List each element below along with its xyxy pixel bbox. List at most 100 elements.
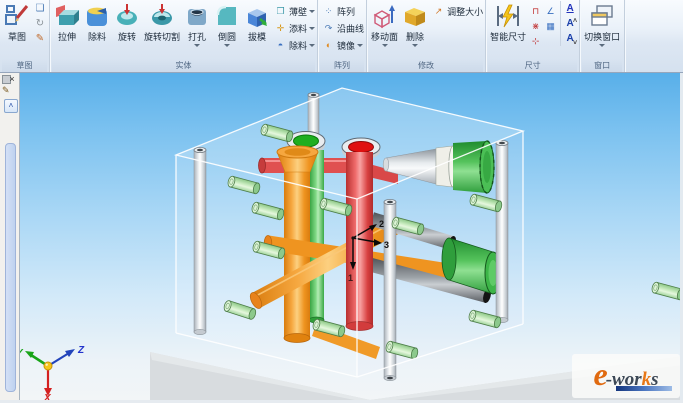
switch-window-dropdown-icon[interactable] (599, 44, 606, 50)
panel-pencil-icon[interactable]: ✎ (2, 85, 10, 96)
button-label: 除料 (289, 41, 308, 51)
move-face-dropdown-icon[interactable] (381, 44, 388, 50)
3d-scene[interactable]: 2 3 1 Y (20, 73, 680, 400)
button-label: 阵列 (337, 7, 356, 17)
switch-window-button[interactable]: 切换窗口 (582, 1, 622, 50)
feature-axis-1-label: 1 (348, 273, 353, 283)
axis-x-label: X (43, 393, 52, 400)
button-label: 拔模 (248, 32, 267, 42)
move-face-icon (372, 3, 398, 29)
mirror-icon: ◐ (325, 40, 332, 50)
app-window: 草图 ❏ ↻ ✎ 草图 拉伸 除料 旋转 旋转切割 打孔 倒圆 拔模 ❒ 薄壁 … (0, 0, 683, 403)
round-dropdown-icon[interactable] (224, 44, 231, 50)
panel-scrollbar[interactable] (5, 143, 16, 392)
select-region-icon[interactable]: ❏ (33, 1, 47, 16)
distance-dimension-icon[interactable]: ⊓ (528, 4, 543, 19)
ribbon-group-window: 切换窗口 窗口 (580, 0, 626, 72)
hole-dropdown-icon[interactable] (194, 44, 201, 50)
draft-icon (244, 3, 270, 29)
button-label: 智能尺寸 (490, 32, 527, 42)
feature-axis-2-label: 2 (379, 219, 384, 229)
eworks-watermark: e-works (572, 354, 680, 398)
cut-icon (84, 3, 110, 29)
logo-underline-bar (616, 386, 672, 391)
button-label: 薄壁 (289, 7, 308, 17)
button-label: 添料 (289, 24, 308, 34)
guide-pillar[interactable] (193, 146, 207, 335)
group-label-sketch: 草图 (2, 59, 47, 72)
pattern-button[interactable]: ⁘ 阵列 (322, 3, 364, 20)
switch-window-icon (589, 3, 615, 29)
button-label: 调整大小 (447, 7, 484, 17)
feature-axis-3-label: 3 (384, 240, 389, 250)
sketch-icon (4, 3, 30, 29)
revolve-cut-button[interactable]: 旋转切割 (142, 1, 182, 43)
pattern-icon: ⁘ (324, 6, 333, 16)
group-label-modify: 修改 (369, 59, 484, 72)
hole-button[interactable]: 打孔 (182, 1, 212, 50)
mirror-dropdown-icon[interactable] (357, 44, 364, 50)
text-smaller-icon[interactable]: A (563, 31, 577, 51)
group-label-solids: 实体 (52, 59, 316, 72)
revolve-icon (114, 3, 140, 29)
coordinate-dimension-icon[interactable]: ▦ (543, 19, 558, 34)
mirror-button[interactable]: ◐ 镜像 (322, 37, 364, 54)
group-label-pattern: 阵列 (320, 59, 365, 72)
remove-material-button[interactable]: ◓ 除料 (274, 37, 316, 54)
thin-wall-button[interactable]: ❒ 薄壁 (274, 3, 316, 20)
button-label: 移动面 (371, 32, 399, 42)
angle-between-icon[interactable]: ∠ (543, 4, 558, 19)
ribbon-group-dimension: 智能尺寸 ⊓ ⋇ ⊹ ∠ ▦ A A A (486, 0, 581, 72)
button-label: 沿曲线 (337, 24, 365, 34)
button-label: 拉伸 (57, 32, 76, 42)
sketch-button[interactable]: 草图 (2, 1, 32, 43)
axis-triad: Y Z X (20, 345, 85, 400)
button-label: 草图 (7, 32, 26, 42)
viewport-3d[interactable]: 2 3 1 Y (20, 73, 683, 400)
add-material-button[interactable]: ✛ 添料 (274, 20, 316, 37)
panel-close-button[interactable]: × (7, 74, 17, 84)
add-material-icon: ✛ (276, 23, 285, 33)
button-label: 旋转 (117, 32, 136, 42)
extrude-icon (54, 3, 80, 29)
ribbon-group-pattern: ⁘ 阵列 ↷ 沿曲线 ◐ 镜像 阵列 (318, 0, 368, 72)
resize-button[interactable]: ↗ 调整大小 (432, 3, 483, 20)
symmetric-dimension-icon[interactable]: ⊹ (528, 34, 543, 49)
button-label: 除料 (87, 32, 106, 42)
delete-icon (402, 3, 428, 29)
add-material-dropdown-icon[interactable] (309, 27, 316, 33)
revolve-cut-icon (149, 3, 175, 29)
guide-pillar[interactable] (495, 139, 509, 323)
ribbon-group-solids: 拉伸 除料 旋转 旋转切割 打孔 倒圆 拔模 ❒ 薄壁 ✛ 添料 ◓ 除料 实体 (50, 0, 319, 72)
button-label: 镜像 (337, 41, 356, 51)
extrude-button[interactable]: 拉伸 (52, 1, 82, 43)
button-label: 删除 (406, 32, 425, 42)
ribbon: 草图 ❏ ↻ ✎ 草图 拉伸 除料 旋转 旋转切割 打孔 倒圆 拔模 ❒ 薄壁 … (0, 0, 683, 73)
smart-dimension-button[interactable]: 智能尺寸 (488, 1, 528, 43)
move-face-button[interactable]: 移动面 (369, 1, 400, 50)
draft-button[interactable]: 拔模 (242, 1, 272, 43)
axis-z-label: Z (77, 345, 85, 356)
group-label-window: 窗口 (582, 59, 623, 72)
cut-button[interactable]: 除料 (82, 1, 112, 43)
panel-collapse-button[interactable]: ˄ (4, 99, 18, 113)
logo-e: e (593, 356, 607, 392)
green-runner-pipe[interactable] (308, 150, 325, 324)
ribbon-spacer (625, 0, 683, 72)
revolve-button[interactable]: 旋转 (112, 1, 142, 43)
delete-button[interactable]: 删除 (400, 1, 430, 50)
update-icon[interactable]: ↻ (33, 16, 47, 31)
axis-y-label: Y (20, 348, 24, 359)
remove-material-dropdown-icon[interactable] (309, 44, 316, 50)
along-curve-button[interactable]: ↷ 沿曲线 (322, 20, 364, 37)
button-label: 旋转切割 (144, 32, 181, 42)
button-label: 倒圆 (218, 32, 237, 42)
pencil-icon[interactable]: ✎ (33, 31, 47, 46)
text-larger-icon[interactable]: A (563, 14, 577, 31)
delete-dropdown-icon[interactable] (412, 44, 419, 50)
angle-dimension-icon[interactable]: ⋇ (528, 19, 543, 34)
thin-wall-dropdown-icon[interactable] (309, 10, 316, 16)
edgebar-panel: × ✎ ˄ (0, 73, 20, 403)
ribbon-group-sketch: 草图 ❏ ↻ ✎ 草图 (0, 0, 50, 72)
round-button[interactable]: 倒圆 (212, 1, 242, 50)
